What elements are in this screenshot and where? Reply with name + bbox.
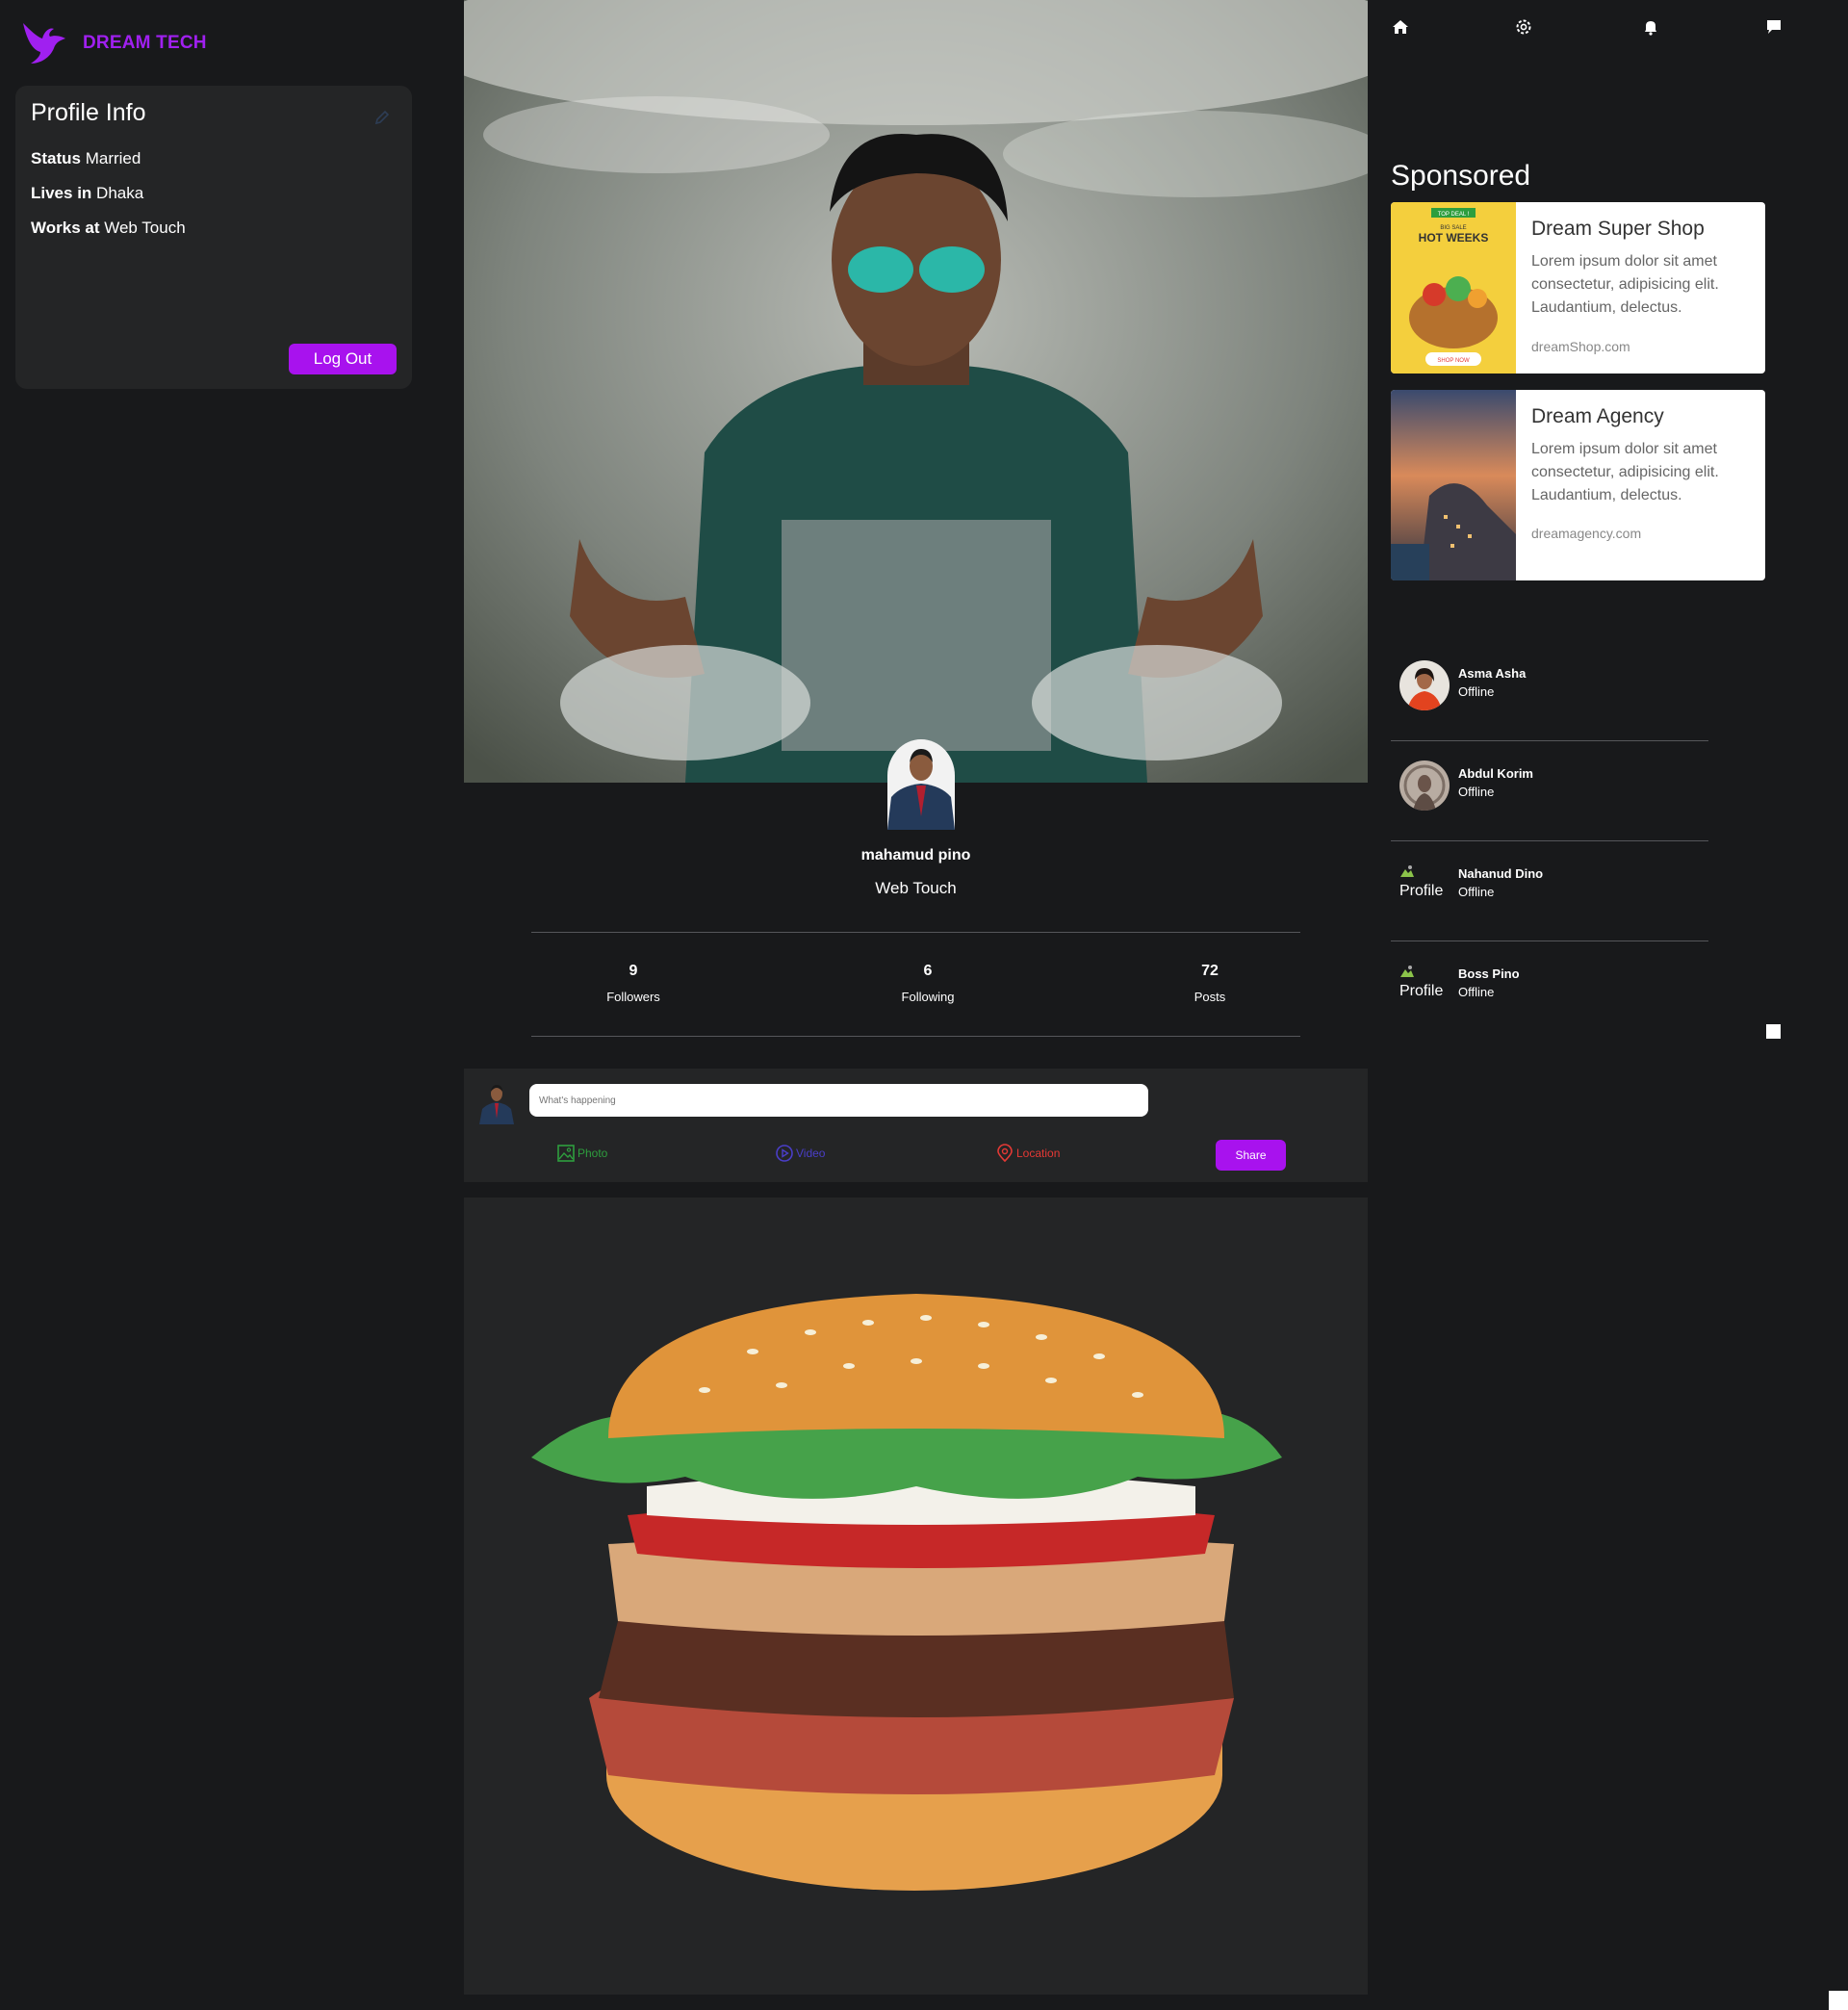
friend-name: Nahanud Dino — [1458, 866, 1544, 881]
stat-label: Posts — [1194, 990, 1226, 1004]
ad-thumbnail — [1391, 390, 1516, 580]
friend-avatar — [1399, 760, 1450, 811]
chat-icon[interactable] — [1764, 17, 1784, 37]
lives-row: Lives in Dhaka — [31, 184, 143, 203]
ad-name: Dream Super Shop — [1531, 218, 1705, 240]
photo-option[interactable]: Photo — [556, 1144, 607, 1163]
video-option[interactable]: Video — [775, 1144, 825, 1163]
friend-status: Offline — [1458, 785, 1495, 799]
ad-tag: TOP DEAL ! — [1438, 212, 1470, 218]
user-name: mahamud pino — [860, 847, 971, 863]
ad-site[interactable]: dreamagency.com — [1531, 526, 1641, 541]
image-alt-text: Profile — [1399, 883, 1444, 899]
logout-button[interactable]: Log Out — [289, 344, 397, 374]
ad-site[interactable]: dreamShop.com — [1531, 339, 1630, 354]
post-composer: Photo Video Location Share — [464, 1069, 1368, 1182]
friend-status: Offline — [1458, 985, 1495, 999]
lives-value: Dhaka — [96, 184, 144, 202]
sponsored-title: Sponsored — [1391, 160, 1531, 192]
ad-headline: HOT WEEKS — [1419, 231, 1489, 245]
composer-avatar — [479, 1085, 514, 1124]
video-play-icon — [776, 1145, 793, 1162]
photo-label: Photo — [578, 1147, 608, 1160]
stat-following[interactable]: 6 Following — [851, 963, 1005, 1004]
stat-value: 9 — [629, 963, 638, 979]
friend-status: Offline — [1458, 885, 1495, 899]
location-label: Location — [1016, 1147, 1061, 1160]
broken-image-icon: Profile — [1399, 864, 1443, 900]
settings-icon[interactable] — [1514, 17, 1533, 37]
ad-description: Lorem ipsum dolor sit amet consectetur, … — [1531, 441, 1719, 503]
stat-label: Followers — [606, 990, 660, 1004]
profile-avatar[interactable] — [887, 739, 955, 830]
status-row: Status Married — [31, 149, 141, 168]
friend-item[interactable]: Profile Boss Pino Offline — [1391, 941, 1708, 1018]
brand-name: DREAM TECH — [83, 33, 207, 53]
composer-input[interactable] — [529, 1084, 1148, 1117]
ad-card[interactable]: Dream Agency Lorem ipsum dolor sit amet … — [1391, 390, 1765, 580]
ad-name: Dream Agency — [1531, 405, 1664, 427]
post-image — [464, 1198, 1368, 1995]
friend-item[interactable]: Asma Asha Offline — [1391, 641, 1708, 741]
ad-cta: SHOP NOW — [1437, 358, 1470, 364]
friend-name: Asma Asha — [1458, 666, 1527, 681]
stat-label: Following — [901, 990, 955, 1004]
status-label: Status — [31, 149, 81, 168]
friend-name: Boss Pino — [1458, 966, 1520, 981]
dove-icon — [23, 23, 65, 64]
stat-followers[interactable]: 9 Followers — [556, 963, 710, 1004]
works-label: Works at — [31, 219, 100, 237]
divider — [531, 1036, 1300, 1037]
window-corner — [1829, 1991, 1848, 2010]
image-alt-text: Profile — [1399, 983, 1444, 999]
friend-status: Offline — [1458, 684, 1495, 699]
stat-posts[interactable]: 72 Posts — [1133, 963, 1287, 1004]
cover-photo — [464, 0, 1368, 783]
ad-description: Lorem ipsum dolor sit amet consectetur, … — [1531, 253, 1719, 316]
works-row: Works at Web Touch — [31, 219, 186, 238]
share-button[interactable]: Share — [1216, 1140, 1286, 1171]
ad-thumbnail: TOP DEAL ! BIG SALE HOT WEEKS SHOP NOW — [1391, 202, 1516, 374]
divider — [531, 932, 1300, 933]
notification-icon[interactable] — [1641, 17, 1660, 37]
edit-icon[interactable] — [373, 109, 391, 126]
location-pin-icon — [997, 1144, 1013, 1163]
friend-item[interactable]: Profile Nahanud Dino Offline — [1391, 841, 1708, 941]
friend-avatar — [1399, 660, 1450, 710]
profile-info-title: Profile Info — [31, 99, 146, 126]
video-label: Video — [796, 1147, 826, 1160]
scroll-indicator — [1766, 1024, 1781, 1039]
user-company: Web Touch — [875, 879, 957, 897]
status-value: Married — [85, 149, 141, 168]
lives-label: Lives in — [31, 184, 92, 202]
home-icon[interactable] — [1391, 17, 1410, 37]
stat-value: 72 — [1201, 963, 1219, 979]
works-value: Web Touch — [104, 219, 186, 237]
stat-value: 6 — [923, 963, 933, 979]
friend-name: Abdul Korim — [1458, 766, 1533, 781]
profile-info-card: Profile Info Status Married Lives in Dha… — [15, 86, 412, 389]
friend-item[interactable]: Abdul Korim Offline — [1391, 741, 1708, 841]
photo-icon — [557, 1145, 575, 1162]
location-option[interactable]: Location — [995, 1144, 1060, 1163]
broken-image-icon: Profile — [1399, 965, 1443, 1000]
brand-logo[interactable]: DREAM TECH — [21, 21, 207, 65]
ad-card[interactable]: TOP DEAL ! BIG SALE HOT WEEKS SHOP NOW D… — [1391, 202, 1765, 374]
